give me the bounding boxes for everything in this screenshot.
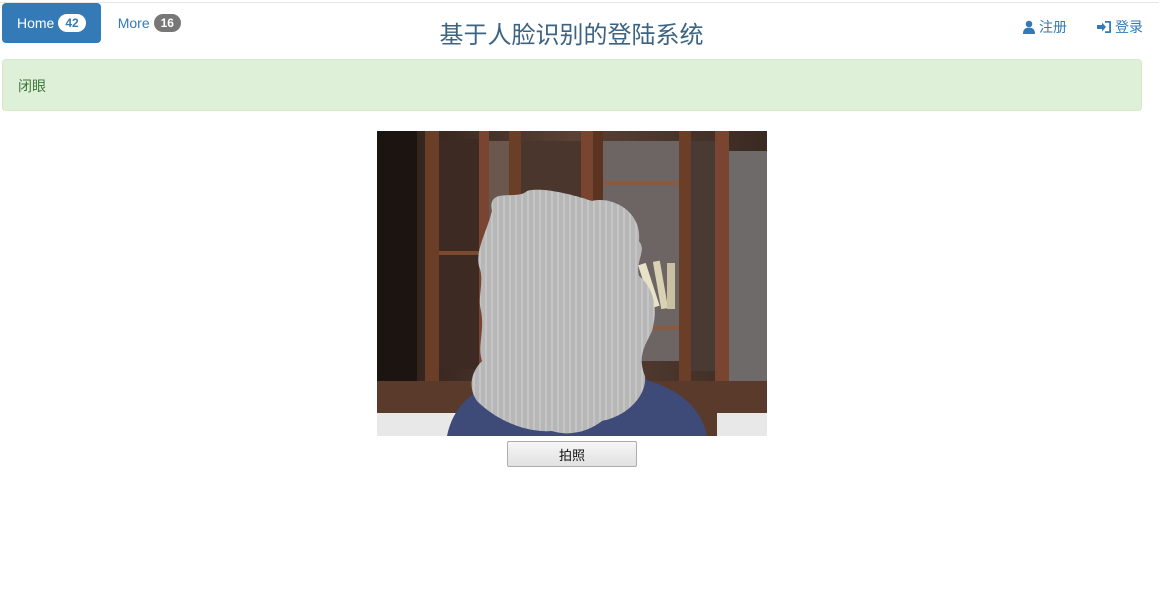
login-link[interactable]: 登录: [1097, 17, 1143, 37]
page-title: 基于人脸识别的登陆系统: [439, 21, 704, 49]
register-link[interactable]: 注册: [1022, 17, 1067, 37]
capture-photo-button[interactable]: 拍照: [507, 441, 637, 467]
log-in-icon: [1097, 21, 1111, 33]
register-label: 注册: [1039, 19, 1067, 35]
camera-frame-image: [377, 131, 767, 436]
account-nav: 注册 登录: [992, 17, 1143, 37]
camera-preview: [377, 131, 767, 436]
login-label: 登录: [1115, 19, 1143, 35]
user-icon: [1023, 20, 1035, 34]
status-alert-message: 闭眼: [18, 78, 46, 94]
status-alert: 闭眼: [2, 59, 1142, 111]
